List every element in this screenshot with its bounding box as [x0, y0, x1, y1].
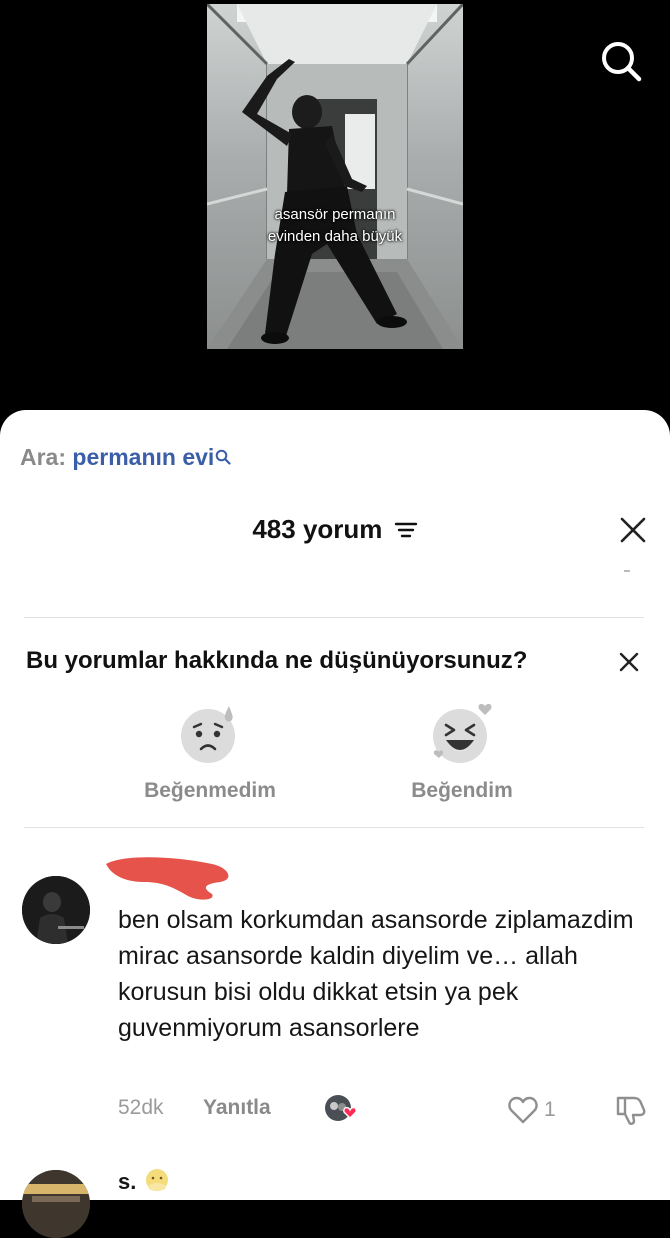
search-suggestion-query[interactable]: permanın evi: [72, 444, 214, 470]
reply-button[interactable]: Yanıtla: [203, 1096, 271, 1120]
video-area: asansör permanın evinden daha büyük: [0, 0, 670, 430]
like-reaction-button[interactable]: Beğendim: [382, 700, 542, 803]
comments-count-header: 483 yorum: [0, 514, 670, 547]
like-count: 1: [544, 1098, 556, 1121]
search-icon: [602, 42, 642, 82]
dislike-reaction-label: Beğenmedim: [144, 779, 276, 802]
divider: [24, 827, 644, 828]
search-suggestion-prefix: Ara:: [20, 444, 67, 470]
close-comments-button[interactable]: [619, 516, 647, 544]
caption-line-1: asansör permanın: [274, 206, 396, 223]
avatar[interactable]: [22, 876, 90, 944]
avatar[interactable]: [22, 1170, 90, 1238]
comment-timestamp: 52dk: [118, 1096, 164, 1119]
caption-line-2: evinden daha büyük: [267, 228, 403, 245]
search-suggestion[interactable]: Ara: permanın evi: [20, 444, 231, 471]
close-feedback-button[interactable]: [618, 651, 640, 673]
emoji-icon: [146, 1169, 169, 1191]
scroll-indicator: [624, 570, 630, 572]
comments-sheet: Ara: permanın evi 483 yorum Bu yorumlar …: [0, 410, 670, 1238]
search-button[interactable]: [598, 38, 644, 84]
creator-liked-avatar: [324, 1094, 358, 1124]
username-text: s.: [118, 1169, 137, 1194]
search-icon: [215, 444, 231, 471]
comments-count: 483 yorum: [252, 514, 383, 544]
video-thumbnail[interactable]: asansör permanın evinden daha büyük: [207, 4, 463, 349]
like-comment-button[interactable]: [508, 1096, 538, 1124]
dislike-comment-button[interactable]: [614, 1094, 648, 1126]
comment-username[interactable]: s.: [118, 1167, 170, 1195]
close-icon: [620, 517, 646, 543]
video-caption: asansör permanın evinden daha büyük: [207, 204, 463, 248]
feedback-question: Bu yorumlar hakkında ne düşünüyorsunuz?: [26, 647, 528, 674]
like-reaction-label: Beğendim: [411, 779, 513, 802]
divider: [24, 617, 644, 618]
redacted-username: [106, 857, 229, 900]
comment-text: ben olsam korkumdan asansorde ziplamazdi…: [118, 906, 634, 1042]
heart-icon: [508, 1096, 538, 1124]
close-icon: [619, 652, 639, 672]
thumbs-down-icon: [616, 1096, 646, 1125]
elevator-scene-image: [207, 4, 463, 349]
dislike-reaction-button[interactable]: Beğenmedim: [130, 700, 290, 803]
laughing-face-icon: [433, 703, 492, 763]
sad-face-icon: [181, 706, 235, 763]
sort-icon[interactable]: [394, 516, 418, 547]
